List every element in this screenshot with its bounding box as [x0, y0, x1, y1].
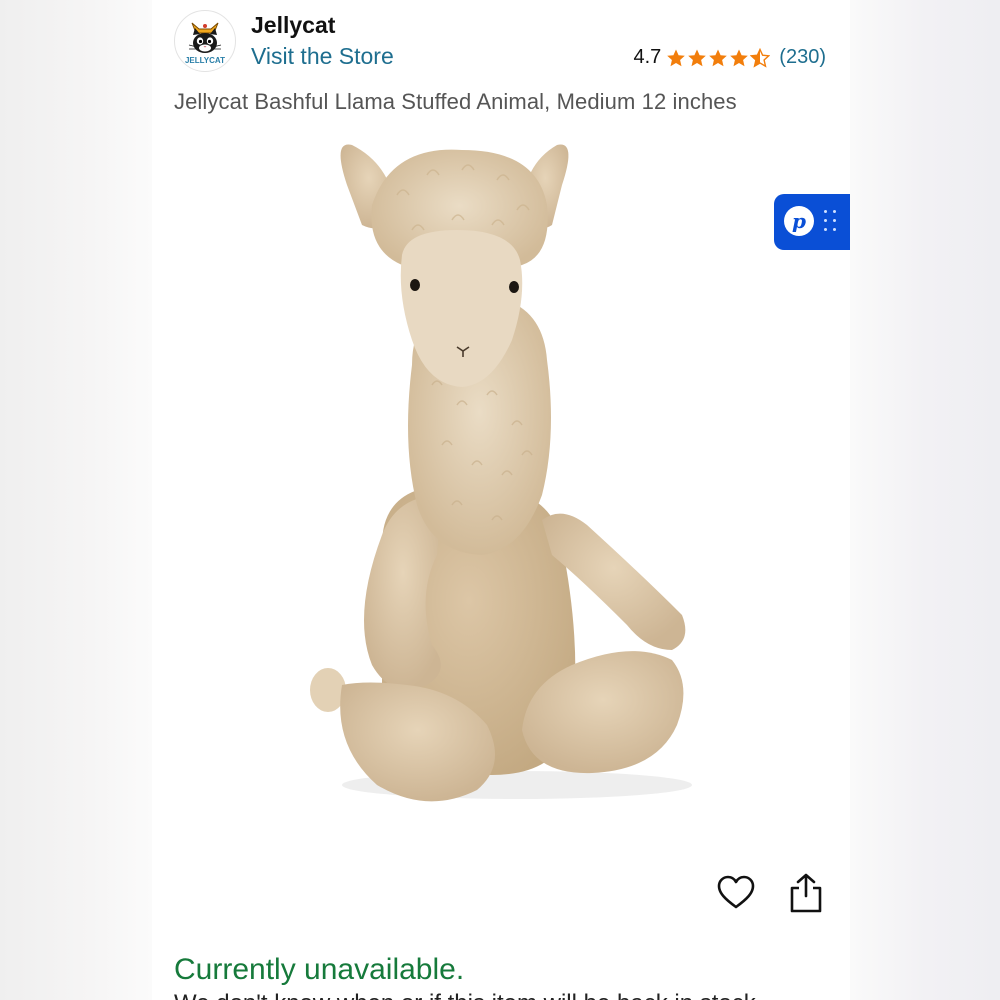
background-left	[0, 0, 152, 1000]
floating-p-badge[interactable]: p	[774, 194, 850, 250]
llama-plush-image[interactable]	[252, 125, 772, 845]
availability-subtext: We don't know when or if this item will …	[174, 990, 762, 1000]
cat-logo-icon: JELLYCAT	[185, 22, 225, 65]
logo-wordmark: JELLYCAT	[185, 56, 225, 65]
rating-summary[interactable]: 4.7 (230)	[633, 46, 826, 69]
star-full-icon	[667, 49, 686, 66]
background-right	[850, 0, 1000, 1000]
p-logo-icon: p	[784, 206, 814, 236]
drag-handle-icon[interactable]	[824, 210, 838, 234]
plush-right-eye	[509, 281, 519, 293]
share-icon[interactable]	[788, 872, 824, 914]
brand-name: Jellycat	[251, 12, 336, 38]
visit-store-link[interactable]: Visit the Store	[251, 43, 394, 70]
product-page: JELLYCAT Jellycat Visit the Store 4.7 (2…	[152, 0, 850, 1000]
star-rating	[666, 47, 771, 68]
plush-left-eye	[410, 279, 420, 291]
brand-logo[interactable]: JELLYCAT	[174, 10, 236, 72]
star-full-icon	[730, 49, 749, 66]
rating-value: 4.7	[633, 46, 662, 68]
star-full-icon	[709, 49, 728, 66]
product-title: Jellycat Bashful Llama Stuffed Animal, M…	[174, 89, 737, 114]
heart-icon[interactable]	[716, 873, 756, 913]
rating-count-link[interactable]: (230)	[779, 46, 826, 69]
star-full-icon	[688, 49, 707, 66]
availability-status: Currently unavailable.	[174, 953, 465, 986]
star-half-icon	[750, 47, 771, 68]
